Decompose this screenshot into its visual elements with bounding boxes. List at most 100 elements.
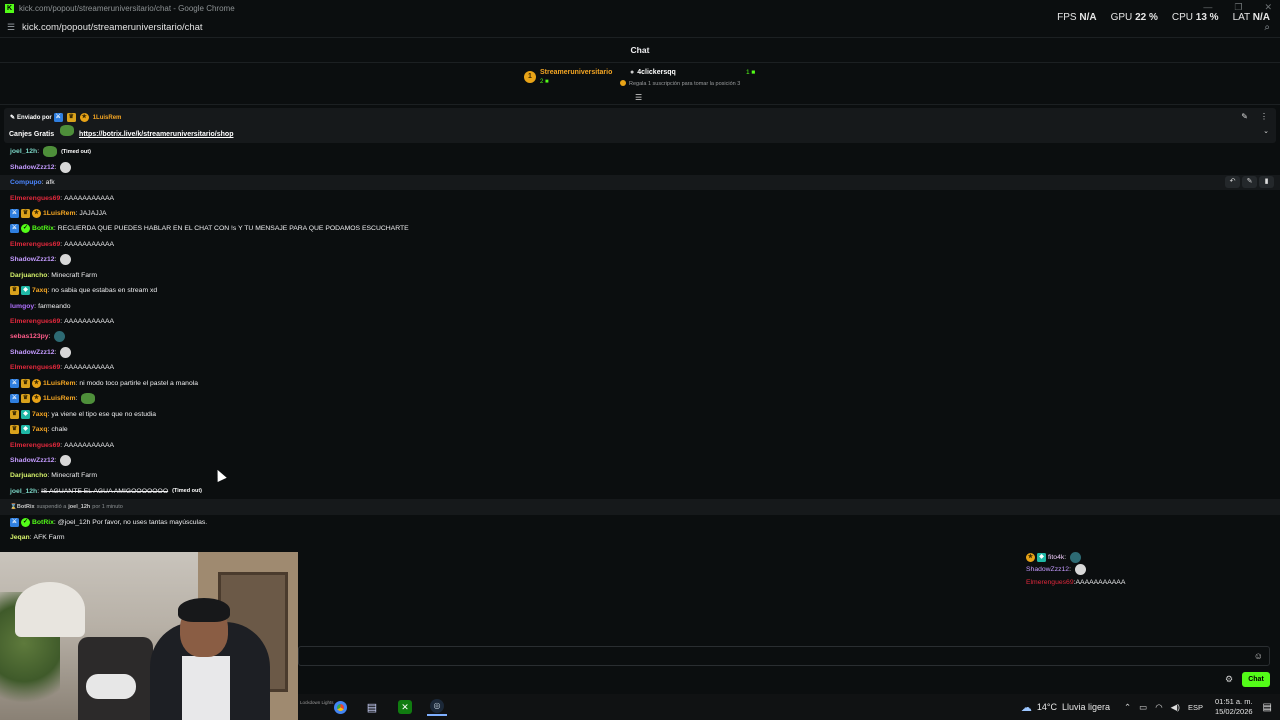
- pinned-username[interactable]: 1LuisRem: [93, 115, 122, 121]
- chat-username[interactable]: joel_12h: [10, 488, 37, 495]
- chat-message[interactable]: ⚔ ♛ ★ 1LuisRem:: [0, 391, 1280, 406]
- chat-username[interactable]: 1LuisRem: [43, 380, 75, 387]
- url-text[interactable]: kick.com/popout/streameruniversitario/ch…: [22, 22, 203, 33]
- steam-taskbar-icon[interactable]: ◎: [427, 698, 447, 716]
- notification-icon[interactable]: ▤: [1263, 702, 1272, 713]
- volume-icon[interactable]: ◀): [1171, 702, 1180, 713]
- chat-username[interactable]: 1LuisRem: [43, 395, 75, 402]
- chat-message-text: Minecraft Farm: [51, 472, 97, 480]
- chat-username[interactable]: joel_12h: [10, 148, 37, 155]
- chat-username[interactable]: Darjuancho: [10, 272, 47, 279]
- colon-separator: :: [53, 518, 56, 526]
- chat-username[interactable]: sebas123py: [10, 333, 49, 340]
- chat-message[interactable]: ⚔ ✓ BotRix: @joel_12h Por favor, no uses ta…: [0, 515, 1280, 530]
- chat-username[interactable]: ShadowZzz12: [1026, 566, 1069, 573]
- chat-message[interactable]: sebas123py:: [0, 329, 1280, 344]
- reply-icon[interactable]: ↶: [1225, 176, 1240, 188]
- emoji-picker-icon[interactable]: ☺: [1254, 651, 1263, 661]
- chat-username[interactable]: Elmerengues69: [10, 442, 60, 449]
- chat-message[interactable]: ShadowZzz12:: [0, 453, 1280, 468]
- chat-message[interactable]: ♛ ◆ 7axq: no sabia que estabas en stream xd: [0, 283, 1280, 298]
- chat-username[interactable]: 1LuisRem: [43, 210, 75, 217]
- chat-username[interactable]: ShadowZzz12: [10, 256, 55, 263]
- chat-username[interactable]: Darjuancho: [10, 472, 47, 479]
- colon-separator: :: [60, 194, 63, 202]
- gift-leaderboard[interactable]: 1 Streameruniversitario 2 ■ ● 4clickersqq…: [520, 66, 770, 92]
- chat-username[interactable]: Elmerengues69: [10, 318, 60, 325]
- clock[interactable]: 01:51 a. m. 15/02/2026: [1215, 697, 1253, 717]
- chat-message[interactable]: Darjuancho: Minecraft Farm: [0, 268, 1280, 283]
- chat-username[interactable]: lumgoy: [10, 303, 34, 310]
- chat-message[interactable]: Elmerengues69: AAAAAAAAAAA: [0, 190, 1280, 205]
- collapse-leaderboard-icon[interactable]: ☰: [635, 93, 642, 102]
- chat-message[interactable]: Jeqan: AFK Farm: [0, 530, 1280, 545]
- more-options-icon[interactable]: ⋮: [1260, 112, 1268, 121]
- chevron-up-icon[interactable]: ⌃: [1124, 702, 1131, 713]
- chat-message[interactable]: Elmerengues69: AAAAAAAAAAA: [0, 237, 1280, 252]
- chat-username[interactable]: 7axq: [32, 411, 48, 418]
- language-indicator[interactable]: ESP: [1188, 703, 1203, 712]
- chat-message[interactable]: Compupo: afk: [0, 174, 1280, 191]
- chat-username[interactable]: Elmerengues69: [10, 241, 60, 248]
- chat-username[interactable]: ShadowZzz12: [10, 457, 55, 464]
- chat-username[interactable]: fito4k: [1048, 554, 1064, 561]
- unpin-icon[interactable]: ✎: [1241, 112, 1248, 121]
- folder-taskbar-icon[interactable]: ▤: [362, 698, 382, 716]
- chat-message[interactable]: Darjuancho: Minecraft Farm: [0, 468, 1280, 483]
- chat-username[interactable]: 7axq: [32, 426, 48, 433]
- chat-message[interactable]: ShadowZzz12:: [0, 252, 1280, 267]
- delete-icon[interactable]: ▮: [1259, 176, 1274, 188]
- chat-username[interactable]: Jeqan: [10, 534, 30, 541]
- hourglass-icon: ⌛: [10, 503, 17, 510]
- lockdown-lights-app[interactable]: Lockdown Lights: [300, 700, 334, 705]
- zoom-icon[interactable]: ⌕: [1264, 22, 1270, 33]
- pinned-link[interactable]: https://botrix.live/k/streameruniversita…: [79, 131, 233, 138]
- chat-username[interactable]: Elmerengues69: [10, 195, 60, 202]
- chevron-down-icon[interactable]: ⌄: [1263, 127, 1269, 135]
- wifi-icon[interactable]: ◠: [1155, 702, 1162, 713]
- chat-message[interactable]: ♛ ◆ 7axq: ya viene el tipo ese que no estud…: [0, 406, 1280, 421]
- chat-message[interactable]: ⚔ ♛ ★ 1LuisRem: JAJAJJA: [0, 206, 1280, 221]
- chat-input[interactable]: ☺: [298, 646, 1270, 666]
- chat-username[interactable]: BotRix: [32, 519, 54, 526]
- frog-emote-icon: [60, 125, 75, 136]
- system-target[interactable]: joel_12h: [68, 504, 90, 510]
- xbox-taskbar-icon[interactable]: ✕: [395, 698, 415, 716]
- network-icon[interactable]: ▭: [1139, 702, 1147, 713]
- chat-username[interactable]: ShadowZzz12: [10, 164, 55, 171]
- send-chat-button[interactable]: Chat: [1242, 672, 1270, 687]
- chat-message[interactable]: Elmerengues69: AAAAAAAAAAA: [0, 360, 1280, 375]
- chat-message[interactable]: ⚔ ♛ ★ 1LuisRem: ni modo toco partirle el pas…: [0, 376, 1280, 391]
- chat-message[interactable]: ShadowZzz12:: [0, 159, 1280, 174]
- leaderboard-second-user[interactable]: ● 4clickersqq: [630, 69, 676, 76]
- chat-username[interactable]: Elmerengues69: [10, 364, 60, 371]
- chat-username[interactable]: 7axq: [32, 287, 48, 294]
- system-message[interactable]: ⌛ BotRix suspendió a joel_12h por 1 minuto: [0, 499, 1280, 515]
- system-actor[interactable]: BotRix: [17, 504, 35, 510]
- chat-message[interactable]: ⚔ ✓ BotRix: RECUERDA QUE PUEDES HABLAR EN E…: [0, 221, 1280, 236]
- chat-username[interactable]: Elmerengues69: [1026, 579, 1074, 586]
- chrome-taskbar-icon[interactable]: [330, 698, 350, 716]
- chat-message-text: farmeando: [38, 302, 71, 310]
- chat-message[interactable]: ♛ ◆ 7axq: chale: [0, 422, 1280, 437]
- chat-message[interactable]: Elmerengues69: AAAAAAAAAAA: [0, 437, 1280, 452]
- site-settings-icon[interactable]: ☰: [7, 22, 17, 33]
- leaderboard-top-user[interactable]: Streameruniversitario: [540, 69, 612, 76]
- chat-username[interactable]: Compupo: [10, 179, 42, 186]
- chat-message[interactable]: ShadowZzz12:: [0, 345, 1280, 360]
- chat-message-list[interactable]: joel_12h: (Timed out) ShadowZzz12: Compupo:…: [0, 144, 1280, 550]
- chat-message[interactable]: joel_12h: (Timed out): [0, 144, 1280, 159]
- colon-separator: :: [54, 456, 57, 464]
- chat-message-text: ni modo toco partirle el pastel a manola: [79, 379, 199, 387]
- chat-message[interactable]: Elmerengues69: AAAAAAAAAAA: [0, 314, 1280, 329]
- pepe-emote-icon: [1070, 551, 1082, 563]
- chat-message[interactable]: lumgoy: farmeando: [0, 298, 1280, 313]
- chat-username[interactable]: ShadowZzz12: [10, 349, 55, 356]
- overlay-chat-message: ShadowZzz12:: [1026, 564, 1226, 577]
- chat-message[interactable]: joel_12h: IS AGUANTE EL AGUA AMIGOOOOOOO(…: [0, 484, 1280, 499]
- chat-username[interactable]: BotRix: [32, 225, 54, 232]
- pin-message-icon[interactable]: ✎: [1242, 176, 1257, 188]
- weather-widget[interactable]: ☁ 14°C Lluvia ligera: [1021, 701, 1110, 714]
- colon-separator: :: [47, 410, 50, 418]
- gear-icon[interactable]: ⚙: [1225, 674, 1233, 685]
